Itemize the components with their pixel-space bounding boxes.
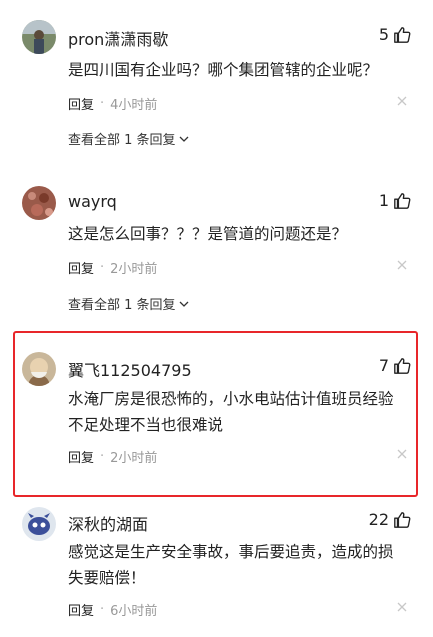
username[interactable]: 翼飞112504795 xyxy=(68,357,192,381)
comment-text-line: 感觉这是生产安全事故，事后要追责，造成的损 xyxy=(68,543,394,561)
comment-text: 这是怎么回事？？？是管道的问题还是？ xyxy=(68,225,348,243)
username[interactable]: pron潇潇雨歇 xyxy=(68,26,168,50)
separator: · xyxy=(100,96,105,111)
timestamp: 2小时前 xyxy=(110,451,158,466)
close-icon[interactable] xyxy=(397,602,407,612)
separator: · xyxy=(100,449,105,464)
like-count: 5 xyxy=(378,25,389,44)
timestamp: 2小时前 xyxy=(110,262,158,277)
chevron-down-icon xyxy=(179,301,189,307)
avatar[interactable] xyxy=(22,20,56,54)
comment-text-line: 不足处理不当也很难说 xyxy=(68,416,224,434)
thumbs-up-icon xyxy=(394,511,411,528)
view-all-replies-link[interactable]: 查看全部 1 条回复 xyxy=(68,294,189,313)
view-all-replies-label: 查看全部 1 条回复 xyxy=(68,298,176,313)
comment-text-line: 水淹厂房是很恐怖的，小水电站估计值班员经验 xyxy=(68,390,394,408)
reply-button[interactable]: 回复 xyxy=(68,258,94,277)
comment-meta: 回复 · 2小时前 xyxy=(68,258,157,277)
avatar[interactable] xyxy=(22,352,56,386)
thumbs-up-icon xyxy=(394,357,411,374)
like-count: 22 xyxy=(368,510,389,529)
reply-button[interactable]: 回复 xyxy=(68,94,94,113)
separator: · xyxy=(100,260,105,275)
username[interactable]: wayrq xyxy=(68,192,117,211)
close-icon[interactable] xyxy=(397,96,407,106)
thumbs-up-icon xyxy=(394,26,411,43)
username[interactable]: 深秋的湖面 xyxy=(68,511,148,535)
reply-button[interactable]: 回复 xyxy=(68,600,94,619)
timestamp: 4小时前 xyxy=(110,98,158,113)
timestamp: 6小时前 xyxy=(110,604,158,619)
reply-button[interactable]: 回复 xyxy=(68,447,94,466)
thumbs-up-icon xyxy=(394,192,411,209)
comment-meta: 回复 · 6小时前 xyxy=(68,600,157,619)
avatar[interactable] xyxy=(22,507,56,541)
comment-text: 是四川国有企业吗？哪个集团管辖的企业呢？ xyxy=(68,61,379,79)
like-count: 7 xyxy=(378,356,389,375)
comment-text-line: 失要赔偿！ xyxy=(68,569,146,587)
close-icon[interactable] xyxy=(397,260,407,270)
comment-text: 水淹厂房是很恐怖的，小水电站估计值班员经验 不足处理不当也很难说 xyxy=(68,386,413,438)
like-button[interactable]: 22 xyxy=(369,510,411,529)
like-button[interactable]: 7 xyxy=(379,356,411,375)
comment-meta: 回复 · 4小时前 xyxy=(68,94,157,113)
close-icon[interactable] xyxy=(397,449,407,459)
comment-text: 感觉这是生产安全事故，事后要追责，造成的损 失要赔偿！ xyxy=(68,539,413,591)
view-all-replies-link[interactable]: 查看全部 1 条回复 xyxy=(68,129,189,148)
view-all-replies-label: 查看全部 1 条回复 xyxy=(68,133,176,148)
chevron-down-icon xyxy=(179,136,189,142)
like-button[interactable]: 5 xyxy=(379,25,411,44)
separator: · xyxy=(100,602,105,617)
like-count: 1 xyxy=(378,191,389,210)
comment-meta: 回复 · 2小时前 xyxy=(68,447,157,466)
like-button[interactable]: 1 xyxy=(379,191,411,210)
avatar[interactable] xyxy=(22,186,56,220)
